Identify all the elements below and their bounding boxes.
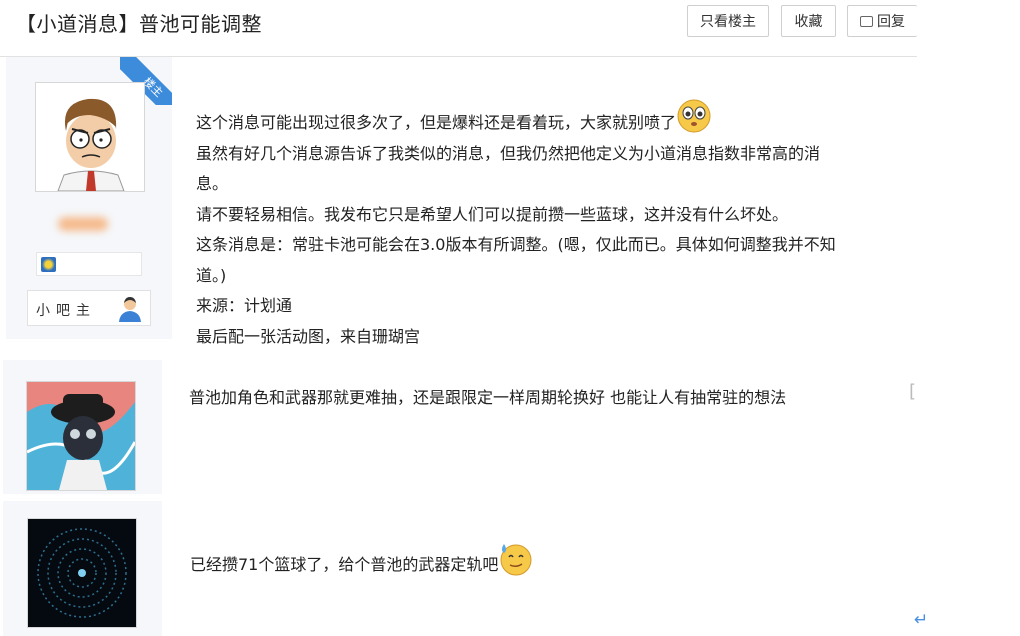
level-badge-icon [41, 257, 56, 272]
avatar-cartoon-image [36, 83, 144, 192]
avatar-anime-image [26, 382, 137, 490]
post-line: 道。) [196, 265, 227, 285]
avatar-radial-image [28, 519, 136, 627]
thread-title: 【小道消息】普池可能调整 [16, 12, 262, 36]
favorite-button[interactable]: 收藏 [781, 5, 836, 37]
only-op-button[interactable]: 只看楼主 [687, 5, 769, 37]
post-line: 这条消息是：常驻卡池可能会在3.0版本有所调整。(嗯，仅此而已。具体如何调整我并… [196, 235, 836, 254]
moderator-tag: 小吧主 [27, 290, 151, 326]
moderator-person-icon [119, 297, 141, 322]
post-line: 虽然有好几个消息源告诉了我类似的消息，但我仍然把他定义为小道消息指数非常高的消 [196, 143, 821, 163]
reply-content: 普池加角色和武器那就更难抽，还是跟限定一样周期轮换好 也能让人有抽常驻的想法 [189, 388, 787, 407]
avatar[interactable] [35, 82, 145, 192]
reply-content: 已经攒71个篮球了，给个普池的武器定轨吧 [190, 540, 534, 579]
role-label: 小吧主 [36, 303, 96, 319]
side-marker: [ [909, 381, 917, 402]
post-content: 这个消息可能出现过很多次了，但是爆料还是看着玩，大家就别喷了 虽然有好几个消息源… [196, 98, 896, 352]
teary-eyed-emoji-icon [677, 99, 711, 133]
reply-label: 回复 [877, 14, 905, 30]
post-line: 最后配一张活动图，来自珊瑚宫 [196, 326, 421, 346]
post-line: 这个消息可能出现过很多次了，但是爆料还是看着玩，大家就别喷了 [196, 98, 896, 139]
avatar[interactable] [26, 381, 137, 491]
level-badge[interactable] [36, 252, 142, 276]
reply-button[interactable]: 回复 [847, 5, 917, 37]
post-line: 息。 [196, 174, 229, 193]
sweat-smile-emoji-icon [500, 544, 532, 576]
username-blurred[interactable] [58, 217, 108, 231]
comment-icon [860, 16, 873, 27]
post-line: 来源：计划通 [196, 296, 293, 315]
thread-page: 【小道消息】普池可能调整 只看楼主 收藏 回复 楼主 小吧主 这个消息可能出现过… [0, 0, 1020, 636]
post-line: 请不要轻易相信。我发布它只是希望人们可以提前攒一些蓝球，这并没有什么坏处。 [196, 204, 789, 224]
return-arrow-icon[interactable]: ↵ [914, 610, 928, 630]
avatar[interactable] [27, 518, 137, 628]
